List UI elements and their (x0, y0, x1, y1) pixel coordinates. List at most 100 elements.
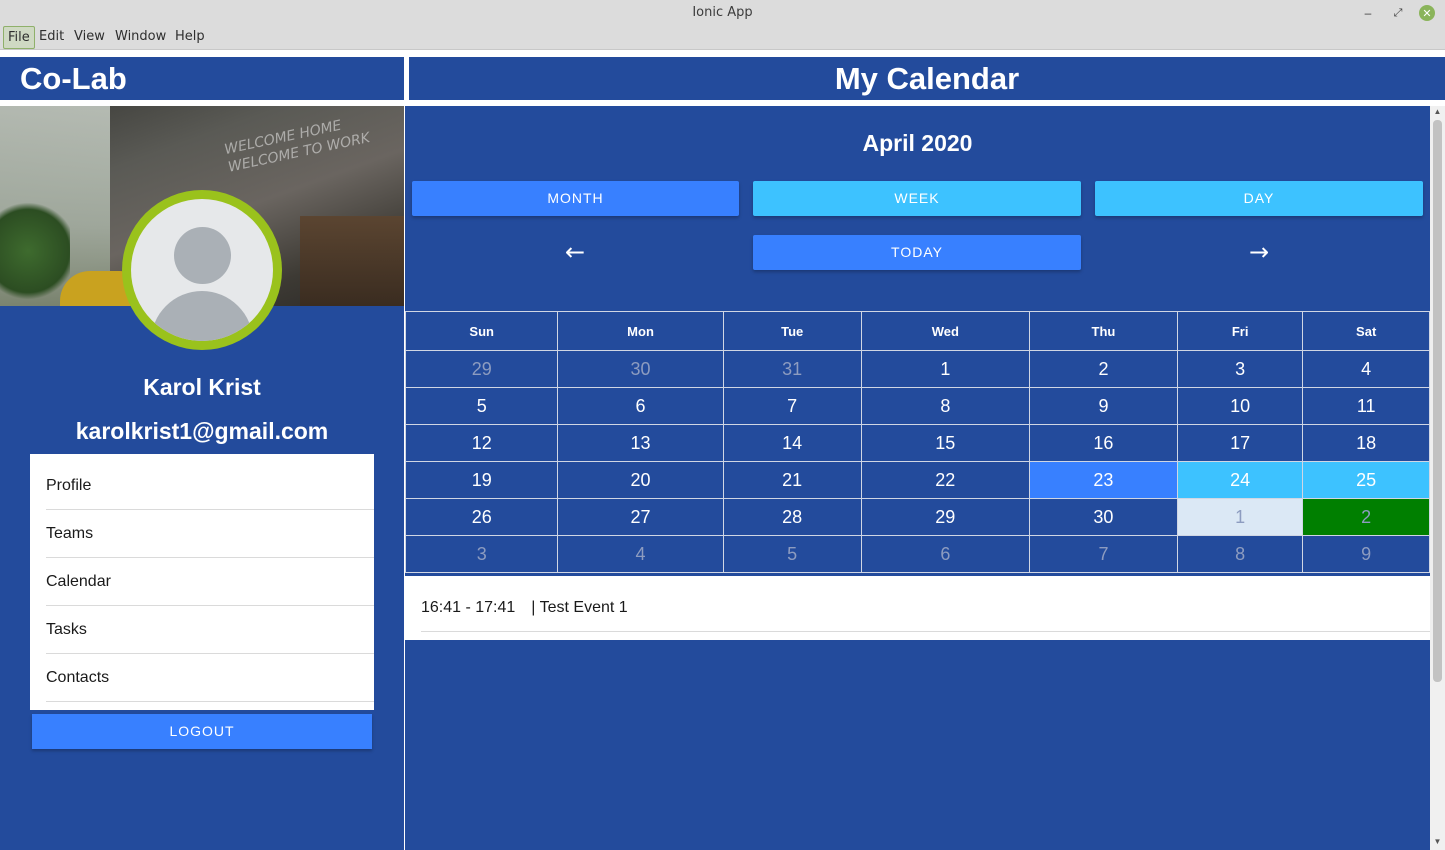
calendar-day[interactable]: 8 (860, 387, 1030, 425)
menu-edit[interactable]: Edit (35, 26, 68, 49)
calendar-day[interactable]: 25 (1302, 461, 1430, 499)
sidebar-header: Co-Lab (0, 57, 404, 100)
scroll-up-icon[interactable]: ▲ (1430, 106, 1445, 118)
calendar-day[interactable]: 22 (860, 461, 1030, 499)
today-button[interactable]: TODAY (753, 235, 1081, 270)
calendar-day[interactable]: 6 (860, 535, 1030, 573)
calendar-day[interactable]: 4 (1302, 350, 1430, 388)
event-title: | Test Event 1 (531, 599, 628, 616)
calendar-day[interactable]: 8 (1176, 535, 1304, 573)
calendar-day[interactable]: 10 (1176, 387, 1304, 425)
calendar-week-row: 5 6 7 8 9 10 11 (404, 387, 1430, 425)
event-item[interactable]: 16:41 - 17:41 | Test Event 1 (421, 576, 1430, 632)
calendar-week-row: 3456789 (404, 535, 1430, 573)
calendar-day[interactable]: 28 (722, 498, 862, 536)
calendar-grid: Sun Mon Tue Wed Thu Fri Sat 29 30 31 1 2 3 4 5 6… (404, 311, 1430, 573)
window-titlebar: Ionic App – ⤢ ✕ (0, 0, 1445, 26)
window-title: Ionic App (692, 5, 753, 20)
weekday-header: Wed (860, 311, 1030, 351)
nav-item-tasks[interactable]: Tasks (46, 606, 374, 654)
calendar-day[interactable]: 9 (1302, 535, 1430, 573)
calendar-panel: April 2020 MONTH WEEK DAY ← TODAY → Sun … (404, 106, 1430, 850)
scroll-thumb[interactable] (1433, 120, 1442, 682)
calendar-day[interactable]: 2 (1028, 350, 1178, 388)
weekday-header: Sat (1302, 311, 1430, 351)
weekday-header: Fri (1176, 311, 1304, 351)
weekday-header: Sun (404, 311, 559, 351)
menu-help[interactable]: Help (171, 26, 209, 49)
week-view-button[interactable]: WEEK (753, 181, 1081, 216)
calendar-week-row: 19 20 21 22 23 24 25 (404, 461, 1430, 499)
user-silhouette-icon (174, 227, 231, 284)
calendar-day[interactable]: 26 (404, 498, 559, 536)
arrow-right-icon[interactable]: → (1241, 234, 1277, 270)
calendar-day[interactable]: 7 (1028, 535, 1178, 573)
calendar-day[interactable]: 19 (404, 461, 559, 499)
page-title: My Calendar (834, 61, 1020, 96)
calendar-day[interactable]: 23 (1028, 461, 1178, 499)
menu-window[interactable]: Window (111, 26, 170, 49)
calendar-day[interactable]: 30 (557, 350, 724, 388)
calendar-day[interactable]: 9 (1028, 387, 1178, 425)
nav-item-contacts[interactable]: Contacts (46, 654, 374, 702)
calendar-day[interactable]: 31 (722, 350, 862, 388)
scroll-down-icon[interactable]: ▼ (1430, 836, 1445, 848)
calendar-day[interactable]: 1 (1176, 498, 1304, 536)
calendar-day[interactable]: 5 (404, 387, 559, 425)
calendar-day[interactable]: 20 (557, 461, 724, 499)
sidebar: WELCOME HOME WELCOME TO WORK Karol Krist … (0, 106, 404, 850)
menu-view[interactable]: View (70, 26, 109, 49)
month-view-button[interactable]: MONTH (412, 181, 739, 216)
calendar-day[interactable]: 5 (722, 535, 862, 573)
calendar-day[interactable]: 13 (557, 424, 724, 462)
calendar-day[interactable]: 16 (1028, 424, 1178, 462)
nav-item-profile[interactable]: Profile (46, 462, 374, 510)
calendar-day[interactable]: 2 (1302, 498, 1430, 536)
event-time: 16:41 - 17:41 (421, 599, 516, 616)
close-icon[interactable]: ✕ (1419, 5, 1435, 21)
user-email: karolkrist1@gmail.com (75, 418, 329, 444)
month-title: April 2020 (862, 130, 973, 156)
nav-item-calendar[interactable]: Calendar (46, 558, 374, 606)
calendar-day[interactable]: 11 (1302, 387, 1430, 425)
calendar-day[interactable]: 12 (404, 424, 559, 462)
calendar-day[interactable]: 3 (1176, 350, 1304, 388)
event-list: 16:41 - 17:41 | Test Event 1 (405, 576, 1430, 640)
calendar-day[interactable]: 4 (557, 535, 724, 573)
calendar-week-row: 12 13 14 15 16 17 18 (404, 424, 1430, 462)
minimize-icon[interactable]: – (1359, 4, 1377, 22)
calendar-day[interactable]: 27 (557, 498, 724, 536)
nav-list: Profile Teams Calendar Tasks Contacts (30, 454, 374, 710)
calendar-day[interactable]: 1 (860, 350, 1030, 388)
app-content: Co-Lab My Calendar WELCOME HOME WELCOME T… (0, 50, 1445, 850)
arrow-left-icon[interactable]: ← (557, 234, 593, 270)
weekday-header: Thu (1028, 311, 1178, 351)
logout-button[interactable]: LOGOUT (32, 714, 372, 749)
nav-item-teams[interactable]: Teams (46, 510, 374, 558)
calendar-day[interactable]: 14 (722, 424, 862, 462)
day-view-button[interactable]: DAY (1095, 181, 1423, 216)
weekday-header-row: Sun Mon Tue Wed Thu Fri Sat (404, 311, 1430, 351)
calendar-day[interactable]: 21 (722, 461, 862, 499)
weekday-header: Tue (722, 311, 862, 351)
calendar-day[interactable]: 29 (404, 350, 559, 388)
calendar-day[interactable]: 15 (860, 424, 1030, 462)
app-title: Co-Lab (20, 61, 127, 96)
avatar[interactable] (131, 199, 273, 341)
menu-file[interactable]: File (3, 26, 35, 49)
scrollbar[interactable]: ▲ ▼ (1430, 106, 1445, 850)
calendar-week-row: 26 27 28 29 30 1 2 (404, 498, 1430, 536)
calendar-day[interactable]: 30 (1028, 498, 1178, 536)
calendar-day[interactable]: 17 (1176, 424, 1304, 462)
main-header: My Calendar (409, 57, 1445, 100)
calendar-day[interactable]: 7 (722, 387, 862, 425)
maximize-icon[interactable]: ⤢ (1389, 4, 1407, 22)
calendar-day[interactable]: 24 (1176, 461, 1304, 499)
calendar-day[interactable]: 6 (557, 387, 724, 425)
user-name: Karol Krist (143, 374, 261, 400)
calendar-day[interactable]: 29 (860, 498, 1030, 536)
menu-bar: File Edit View Window Help (0, 26, 1445, 50)
calendar-day[interactable]: 18 (1302, 424, 1430, 462)
weekday-header: Mon (557, 311, 724, 351)
calendar-day[interactable]: 3 (404, 535, 559, 573)
